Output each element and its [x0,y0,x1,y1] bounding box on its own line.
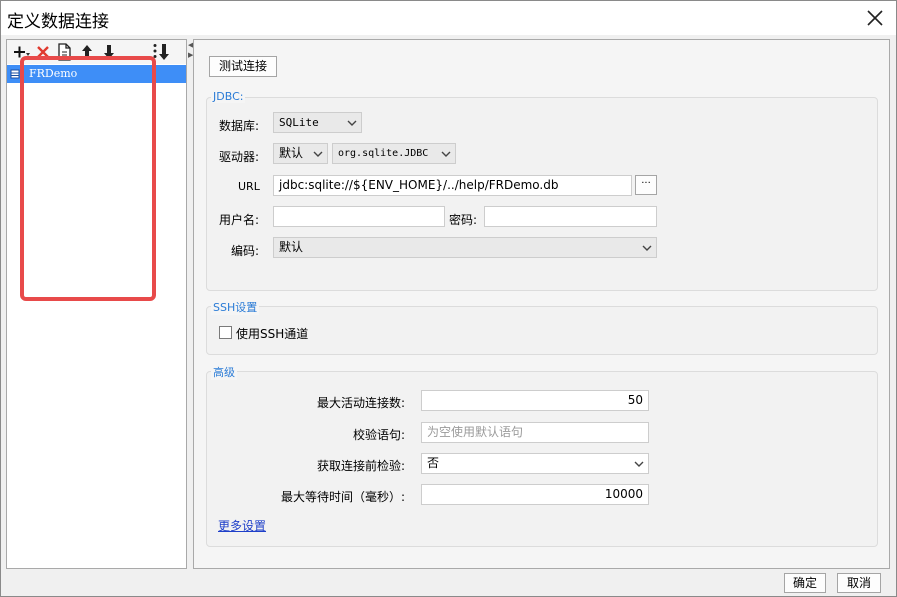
use-ssh-checkbox[interactable] [219,326,232,339]
move-down-icon[interactable] [99,42,119,62]
database-icon [10,69,20,79]
test-before-label: 获取连接前检验: [316,459,405,473]
chevron-down-icon [634,461,644,467]
database-select-value: SQLite [279,116,319,129]
chevron-down-icon [313,151,323,157]
jdbc-group-title: JDBC: [211,90,246,103]
validation-label: 校验语句: [352,428,405,442]
chevron-down-icon [642,245,652,251]
chevron-down-icon [441,151,451,157]
database-select[interactable]: SQLite [273,112,362,133]
connection-toolbar [7,40,186,64]
test-before-value: 否 [427,456,440,470]
connection-list-pane: FRDemo [6,39,187,569]
cancel-button[interactable]: 取消 [837,573,881,593]
sort-icon[interactable] [151,42,171,62]
ok-button[interactable]: 确定 [784,573,826,593]
ssh-group-title: SSH设置 [211,299,260,315]
test-connection-button[interactable]: 测试连接 [209,56,277,77]
driver-mode-value: 默认 [279,146,304,160]
move-up-icon[interactable] [77,42,97,62]
dialog-title: 定义数据连接 [7,12,109,32]
advanced-group: 高级 最大活动连接数: 50 校验语句: 为空使用默认语句 获取连接前检验: 否… [206,364,878,547]
title-bar: 定义数据连接 [1,1,896,35]
connection-item-frdemo[interactable]: FRDemo [7,65,186,83]
url-browse-button[interactable]: ··· [635,175,657,195]
more-settings-link[interactable]: 更多设置 [218,517,266,534]
chevron-down-icon [347,120,357,126]
max-active-label: 最大活动连接数: [316,396,405,410]
use-ssh-label: 使用SSH通道 [236,327,309,341]
max-wait-input[interactable]: 10000 [421,484,649,505]
encoding-label: 编码: [231,244,260,258]
dialog-window: 定义数据连接 FRDemo ◀ ▶ 测试连接 JDBC: 数据库: SQLite… [0,0,897,597]
jdbc-group: JDBC: 数据库: SQLite 驱动器: 默认 org.sqlite.JDB… [206,90,878,291]
advanced-group-title: 高级 [211,364,237,380]
delete-icon[interactable] [33,42,53,62]
max-active-input[interactable]: 50 [421,390,649,411]
password-label: 密码: [449,213,478,227]
connection-item-label: FRDemo [29,67,78,80]
database-label: 数据库: [219,119,260,133]
max-wait-label: 最大等待时间（毫秒）: [280,490,405,504]
ssh-group: SSH设置 使用SSH通道 [206,299,878,355]
encoding-select-value: 默认 [279,240,304,254]
password-input[interactable] [484,206,657,227]
url-label: URL [238,180,260,193]
connection-settings-pane: 测试连接 JDBC: 数据库: SQLite 驱动器: 默认 org.sqlit… [193,39,890,569]
driver-label: 驱动器: [219,150,260,164]
driver-class-value: org.sqlite.JDBC [338,148,429,159]
username-label: 用户名: [219,213,260,227]
close-icon[interactable] [862,5,888,31]
copy-icon[interactable] [55,42,75,62]
encoding-select[interactable]: 默认 [273,237,657,258]
test-before-select[interactable]: 否 [421,453,649,474]
url-input[interactable]: jdbc:sqlite://${ENV_HOME}/../help/FRDemo… [273,175,632,196]
add-icon[interactable] [11,42,31,62]
validation-query-input[interactable]: 为空使用默认语句 [421,422,649,443]
driver-mode-select[interactable]: 默认 [273,143,328,164]
username-input[interactable] [273,206,445,227]
driver-class-select[interactable]: org.sqlite.JDBC [332,143,456,164]
